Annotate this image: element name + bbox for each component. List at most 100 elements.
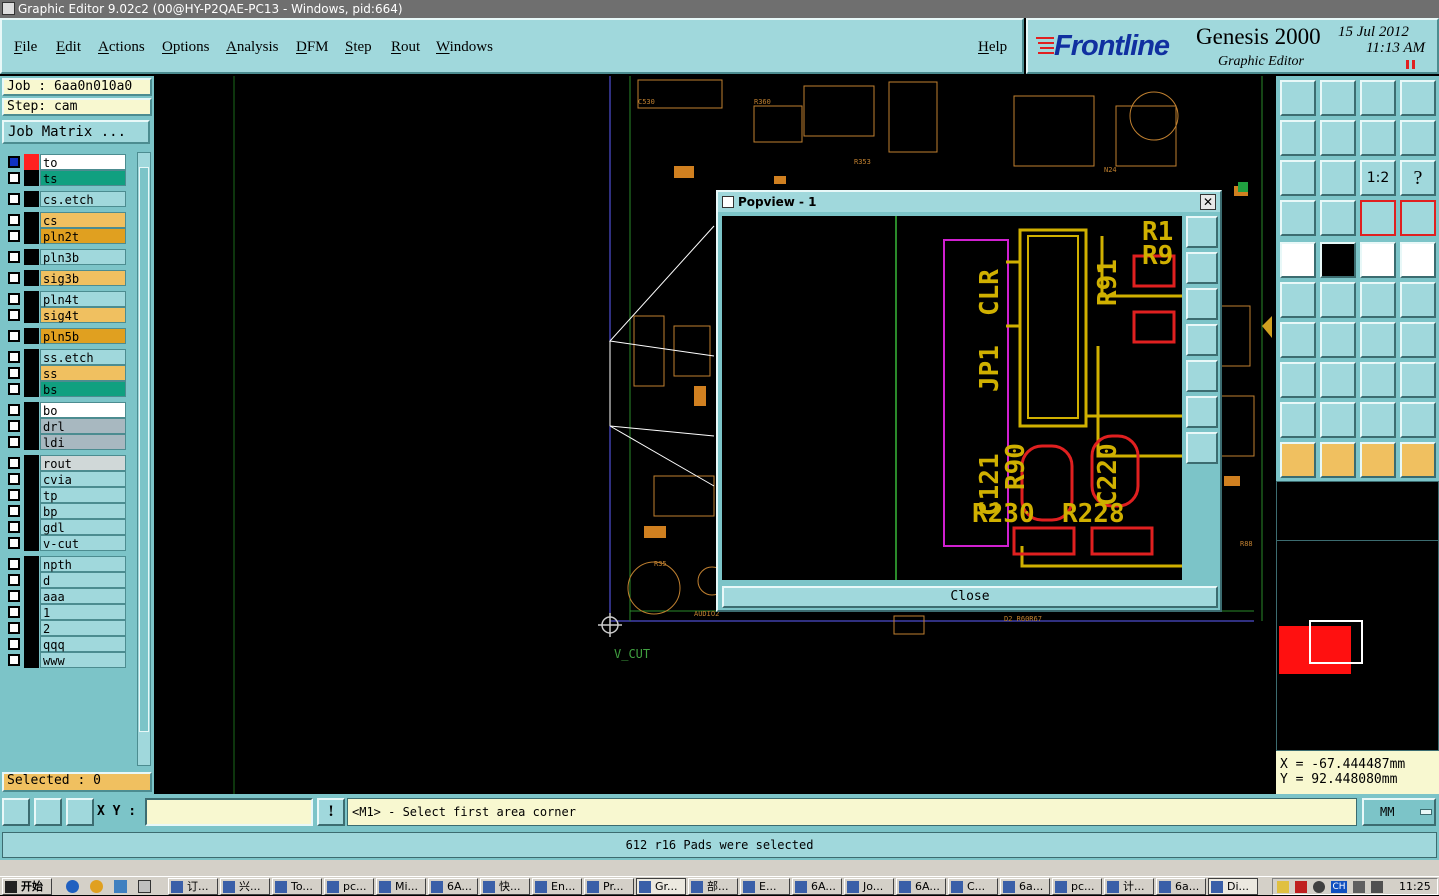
triangle-4-icon[interactable] [1400, 402, 1436, 438]
window-left-icon[interactable] [1280, 120, 1316, 156]
pan-left-icon[interactable] [1186, 324, 1218, 356]
layer-name[interactable]: sig3b [40, 270, 126, 286]
layer-name[interactable]: qqq [40, 636, 126, 652]
layer-checkbox[interactable] [8, 214, 20, 226]
graphic-canvas[interactable]: C530 R360 R353 N24 R35 AUDIO2 D2 R60R67 R88 V… [154, 76, 1276, 794]
start-button[interactable]: 开始 [2, 878, 52, 895]
layer-checkbox[interactable] [8, 193, 20, 205]
layer-row[interactable]: pln2t [4, 228, 126, 244]
layer-row[interactable]: ss.etch [4, 349, 126, 365]
alert-icon[interactable]: ! [317, 798, 345, 826]
slope-icon[interactable] [1320, 322, 1356, 358]
triangle-3-icon[interactable] [1360, 402, 1396, 438]
layer-row[interactable]: cs.etch [4, 191, 126, 207]
layer-row[interactable]: aaa [4, 588, 126, 604]
layer-checkbox[interactable] [8, 156, 20, 168]
layer-row[interactable]: bp [4, 503, 126, 519]
layer-color-swatch[interactable] [24, 487, 39, 503]
taskbar-task[interactable]: 6A... [792, 878, 842, 895]
copy-icon[interactable] [1400, 282, 1436, 318]
zoom-center-icon[interactable] [1320, 160, 1356, 196]
menu-file[interactable]: File [14, 39, 37, 56]
layer-color-swatch[interactable] [24, 365, 39, 381]
layer-row[interactable]: bo [4, 402, 126, 418]
clock-app-icon[interactable] [90, 880, 103, 893]
job-matrix-button[interactable]: Job Matrix ... [2, 120, 150, 144]
overview-map[interactable] [1276, 481, 1439, 751]
layer-checkbox[interactable] [8, 309, 20, 321]
scroll-thumb[interactable] [139, 167, 149, 732]
home-icon[interactable] [1360, 80, 1396, 116]
menu-rout[interactable]: Rout [391, 39, 420, 56]
taskbar-task[interactable]: To... [272, 878, 322, 895]
menu-step[interactable]: Step [345, 39, 372, 56]
layer-checkbox[interactable] [8, 654, 20, 666]
layer-name[interactable]: tp [40, 487, 126, 503]
taskbar-task[interactable]: Pr... [584, 878, 634, 895]
layer-color-swatch[interactable] [24, 249, 39, 265]
layer-color-swatch[interactable] [24, 418, 39, 434]
layer-color-swatch[interactable] [24, 556, 39, 572]
menu-dfm[interactable]: DFM [296, 39, 329, 56]
layer-name[interactable]: pln5b [40, 328, 126, 344]
snap-icon[interactable] [1280, 362, 1316, 398]
redo-view-icon[interactable] [1400, 120, 1436, 156]
layer-color-swatch[interactable] [24, 471, 39, 487]
layer-name[interactable]: cvia [40, 471, 126, 487]
triangle-icon[interactable] [1280, 402, 1316, 438]
notepad-icon[interactable] [138, 880, 151, 893]
layer-control-2-icon[interactable] [1400, 200, 1436, 236]
pan-up-icon[interactable] [1186, 252, 1218, 284]
layer-row[interactable]: qqq [4, 636, 126, 652]
angle-icon[interactable] [1280, 322, 1316, 358]
ie-icon[interactable] [66, 880, 79, 893]
layer-name[interactable]: ss [40, 365, 126, 381]
select-area-icon[interactable] [1360, 442, 1396, 478]
layer-name[interactable]: cs [40, 212, 126, 228]
layer-checkbox[interactable] [8, 606, 20, 618]
layer-checkbox[interactable] [8, 537, 20, 549]
layer-row[interactable]: v-cut [4, 535, 126, 551]
popview-close-button[interactable]: Close [722, 586, 1218, 608]
key-icon[interactable] [1320, 200, 1356, 236]
layer-row[interactable]: 2 [4, 620, 126, 636]
layer-checkbox[interactable] [8, 383, 20, 395]
taskbar-task[interactable]: Gr... [636, 878, 686, 895]
layer-checkbox[interactable] [8, 457, 20, 469]
taskbar-task[interactable]: 订... [168, 878, 218, 895]
layer-name[interactable]: 2 [40, 620, 126, 636]
layer-name[interactable]: ts [40, 170, 126, 186]
taskbar-task[interactable]: En... [532, 878, 582, 895]
move-icon[interactable] [1360, 282, 1396, 318]
layer-color-swatch[interactable] [24, 291, 39, 307]
taskbar-task[interactable]: 6a... [1156, 878, 1206, 895]
units-select[interactable]: MM [1362, 798, 1436, 826]
close-icon[interactable]: ✕ [1200, 194, 1216, 210]
menu-analysis[interactable]: Analysis [226, 39, 279, 56]
settings-icon[interactable] [1280, 200, 1316, 236]
draw-line-icon[interactable] [1320, 242, 1356, 278]
layer-color-swatch[interactable] [24, 620, 39, 636]
split-line-icon[interactable] [1320, 362, 1356, 398]
menu-help[interactable]: Help [978, 39, 1007, 56]
zoom-home-icon[interactable] [1280, 160, 1316, 196]
layer-checkbox[interactable] [8, 574, 20, 586]
layer-color-swatch[interactable] [24, 170, 39, 186]
pencil-icon[interactable] [1277, 881, 1289, 893]
layer-row[interactable]: gdl [4, 519, 126, 535]
menu-edit[interactable]: Edit [56, 39, 81, 56]
layer-checkbox[interactable] [8, 521, 20, 533]
layer-row[interactable]: ldi [4, 434, 126, 450]
volume-icon[interactable] [1371, 881, 1383, 893]
layer-checkbox[interactable] [8, 351, 20, 363]
layer-checkbox[interactable] [8, 420, 20, 432]
layer-checkbox[interactable] [8, 172, 20, 184]
taskbar-task[interactable]: 部... [688, 878, 738, 895]
layer-name[interactable]: bo [40, 402, 126, 418]
layer-color-swatch[interactable] [24, 652, 39, 668]
layer-color-swatch[interactable] [24, 307, 39, 323]
layer-row[interactable]: cvia [4, 471, 126, 487]
triangle-2-icon[interactable] [1320, 402, 1356, 438]
zoom-in-icon[interactable] [1186, 396, 1218, 428]
zoom-out-icon[interactable] [1186, 432, 1218, 464]
